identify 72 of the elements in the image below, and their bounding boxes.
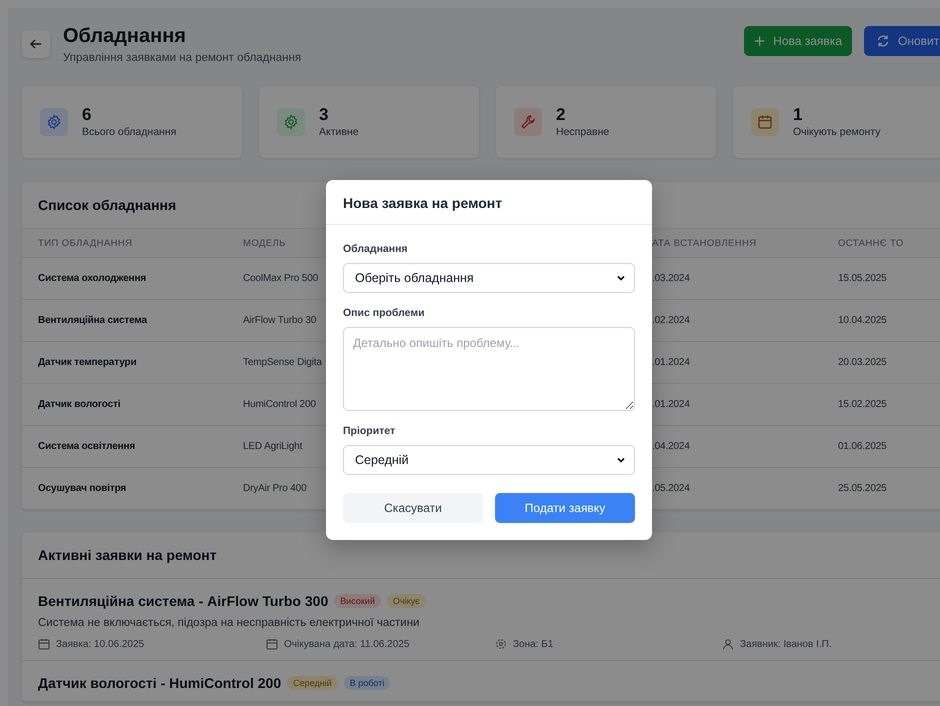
field-label: Опис проблеми — [343, 307, 426, 319]
cancel-button[interactable]: Скасувати — [343, 493, 483, 523]
table-cell: Датчик температури — [38, 357, 136, 368]
stat-value: 1 — [793, 106, 804, 124]
request-title: Датчик вологості - HumiControl 200 — [38, 675, 282, 691]
wrench-icon — [514, 108, 542, 136]
request-title: Вентиляційна система - AirFlow Turbo 300 — [38, 593, 328, 609]
calendar-icon — [38, 638, 50, 650]
back-arrow-icon — [29, 37, 43, 51]
table-cell: CoolMax Pro 500 — [243, 273, 318, 284]
gear-icon — [277, 108, 305, 136]
table-cell: .04.2024 — [652, 441, 690, 452]
status-badge: В роботі — [344, 676, 390, 690]
table-cell: .01.2024 — [652, 399, 690, 410]
request-meta: Заявник: Іванов І.П. — [740, 638, 832, 650]
table-cell: .02.2024 — [652, 315, 690, 326]
chevron-down-icon — [616, 273, 626, 283]
status-badge: Середній — [287, 676, 338, 690]
plus-icon — [754, 35, 766, 47]
stat-label: Несправне — [556, 126, 610, 138]
table-cell: 10.04.2025 — [838, 315, 887, 326]
request-meta: Очікувана дата: 11.06.2025 — [284, 638, 410, 650]
table-cell: Датчик вологості — [38, 399, 120, 410]
refresh-icon — [876, 34, 890, 48]
gear-icon — [40, 108, 68, 136]
table-cell: HumiControl 200 — [243, 399, 316, 410]
column-header: АТА ВСТАНОВЛЕННЯ — [652, 238, 756, 248]
description-field[interactable]: Детально опишіть проблему... — [343, 327, 635, 411]
select-field[interactable]: Оберіть обладнання — [343, 263, 635, 293]
page-subtitle: Управління заявками на ремонт обладнання — [63, 52, 302, 64]
table-cell: AirFlow Turbo 30 — [243, 315, 316, 326]
submit-button[interactable]: Подати заявку — [495, 493, 635, 523]
table-cell: .01.2024 — [652, 357, 690, 368]
status-badge: Високий — [334, 594, 381, 608]
table-cell: 15.02.2025 — [838, 399, 887, 410]
request-description: Система не включається, підозра на несправність електричної частини — [38, 617, 420, 629]
request-meta: Зона: Б1 — [513, 638, 554, 650]
table-cell: Система освітлення — [38, 441, 136, 452]
table-cell: DryAir Pro 400 — [243, 483, 306, 494]
table-cell: 01.06.2025 — [838, 441, 887, 452]
stat-label: Очікують ремонту — [793, 126, 880, 138]
table-cell: TempSense Digita — [243, 357, 322, 368]
stat-label: Всього обладнання — [82, 126, 176, 138]
stat-label: Активне — [319, 126, 359, 138]
table-cell: 20.03.2025 — [838, 357, 887, 368]
stat-value: 3 — [319, 106, 330, 124]
stat-value: 2 — [556, 106, 566, 124]
calendar-icon — [751, 108, 779, 136]
select-field[interactable]: Середній — [343, 445, 635, 475]
field-label: Обладнання — [343, 243, 409, 255]
stat-value: 6 — [82, 106, 92, 124]
table-cell: Осушувач повітря — [38, 483, 126, 494]
calendar-icon — [266, 638, 278, 650]
table-cell: Вентиляційна система — [38, 315, 147, 326]
table-cell: 15.05.2025 — [838, 273, 887, 284]
chevron-down-icon — [616, 455, 626, 465]
table-cell: LED AgriLight — [243, 441, 302, 452]
back-button[interactable] — [22, 30, 50, 58]
table-cell: Система охолодження — [38, 273, 146, 284]
column-header: ТИП ОБЛАДНАННЯ — [38, 238, 132, 248]
user-icon — [722, 638, 734, 650]
page-title: Обладнання — [63, 24, 187, 48]
column-header: ОСТАННЄ ТО — [838, 238, 904, 248]
table-cell: 25.05.2025 — [838, 483, 887, 494]
dialog-title: Нова заявка на ремонт — [326, 180, 652, 225]
column-header: МОДЕЛЬ — [243, 238, 286, 248]
gear-icon — [495, 638, 507, 650]
field-label: Пріоритет — [343, 425, 396, 437]
status-badge: Очікує — [386, 594, 426, 608]
request-meta: Заявка: 10.06.2025 — [56, 638, 144, 650]
table-cell: .03.2024 — [652, 273, 690, 284]
table-cell: .05.2024 — [652, 483, 690, 494]
